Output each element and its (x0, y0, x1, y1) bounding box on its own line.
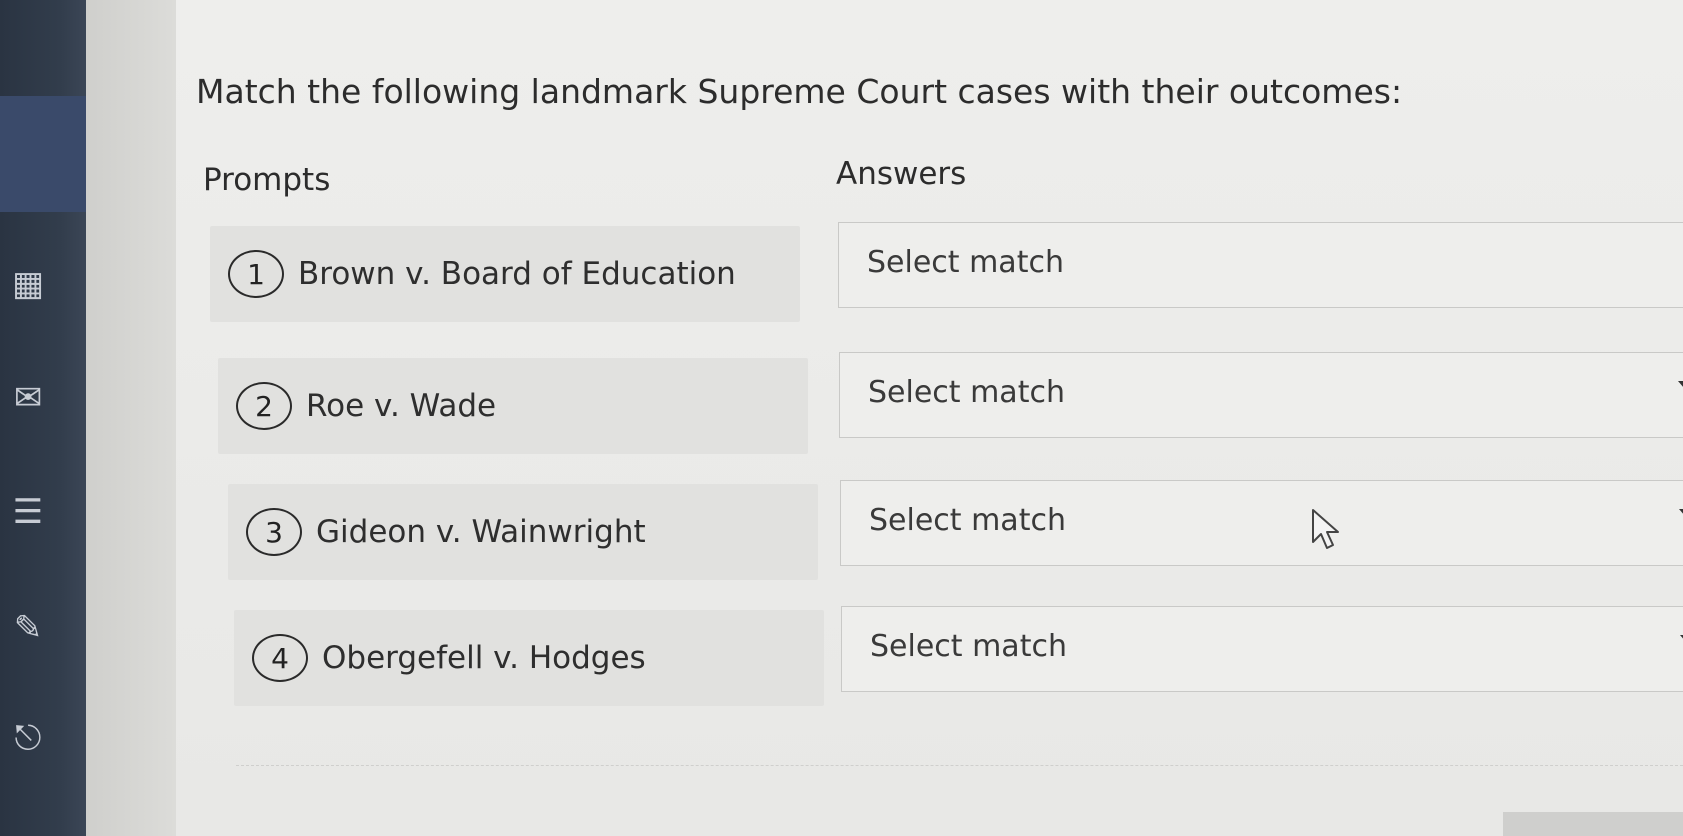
select-placeholder: Select match (867, 245, 1064, 280)
prompt-case-text: Brown v. Board of Education (298, 256, 736, 292)
edit-icon[interactable]: ✎ (6, 606, 50, 650)
prompt-row: 1 Brown v. Board of Education (210, 226, 800, 322)
prompt-number: 2 (236, 382, 292, 430)
left-sidebar: ▦ ✉ ☰ ✎ ⎋ (0, 0, 86, 836)
document-icon[interactable]: ☰ (6, 490, 50, 534)
select-placeholder: Select match (869, 503, 1066, 538)
select-placeholder: Select match (868, 375, 1065, 410)
answer-select[interactable]: Select match (840, 480, 1683, 566)
exit-icon[interactable]: ⎋ (6, 716, 50, 760)
prompt-number: 4 (252, 634, 308, 682)
question-text: Match the following landmark Supreme Cou… (196, 72, 1403, 111)
answer-select[interactable]: Select match (838, 222, 1683, 308)
bottom-edge-shadow (1503, 812, 1683, 836)
prompt-row: 2 Roe v. Wade (218, 358, 808, 454)
section-divider (236, 765, 1683, 766)
prompt-number: 3 (246, 508, 302, 556)
answer-select[interactable]: Select match (841, 606, 1683, 692)
prompt-case-text: Gideon v. Wainwright (316, 514, 646, 550)
grid-icon[interactable]: ▦ (6, 262, 50, 306)
select-placeholder: Select match (870, 629, 1067, 664)
answer-select[interactable]: Select match (839, 352, 1683, 438)
prompt-case-text: Obergefell v. Hodges (322, 640, 646, 676)
screen-gutter (86, 0, 176, 836)
chevron-down-icon[interactable] (1678, 381, 1683, 395)
chevron-down-icon[interactable] (1679, 509, 1683, 523)
prompt-number: 1 (228, 250, 284, 298)
mouse-pointer-icon (1312, 509, 1339, 549)
prompt-row: 3 Gideon v. Wainwright (228, 484, 818, 580)
prompts-heading: Prompts (203, 162, 331, 198)
prompt-case-text: Roe v. Wade (306, 388, 497, 424)
answers-heading: Answers (836, 156, 967, 192)
prompt-row: 4 Obergefell v. Hodges (234, 610, 824, 706)
sidebar-active-highlight (0, 96, 86, 212)
mail-icon[interactable]: ✉ (6, 376, 50, 420)
